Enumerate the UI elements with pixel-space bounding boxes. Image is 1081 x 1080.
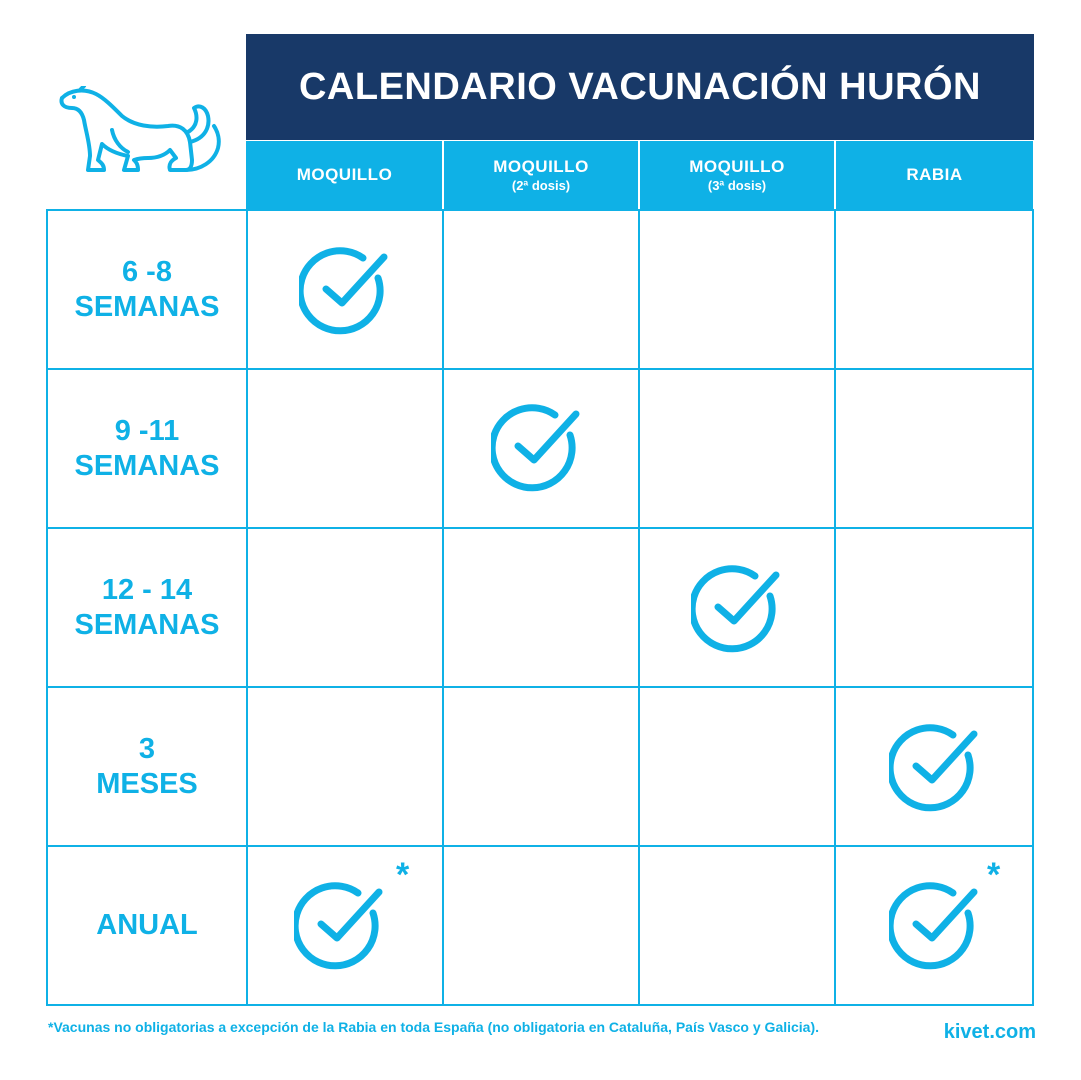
row-label-line2: SEMANAS bbox=[74, 608, 220, 641]
page-title: CALENDARIO VACUNACIÓN HURÓN bbox=[246, 34, 1034, 140]
footnote: *Vacunas no obligatorias a excepción de … bbox=[48, 1019, 820, 1035]
asterisk-mark: * bbox=[987, 856, 1001, 894]
row-label-12-14-semanas: 12 - 14 SEMANAS bbox=[48, 529, 246, 686]
brand-link[interactable]: kivet.com bbox=[944, 1021, 1036, 1044]
column-header-label: MOQUILLO bbox=[296, 165, 393, 184]
check-circle-icon bbox=[491, 404, 580, 492]
row-label-line1: 9 -11 bbox=[114, 414, 180, 447]
column-header-sublabel: (2ª dosis) bbox=[511, 178, 571, 193]
check-circle-icon bbox=[889, 724, 978, 812]
column-header-moquillo-3: MOQUILLO (3ª dosis) bbox=[640, 141, 834, 209]
column-header-label: RABIA bbox=[906, 165, 963, 184]
asterisk-mark: * bbox=[396, 856, 410, 894]
check-circle-icon bbox=[889, 882, 978, 970]
column-header-label: MOQUILLO bbox=[493, 157, 589, 176]
check-circle-icon bbox=[691, 565, 780, 653]
row-label-6-8-semanas: 6 -8 SEMANAS bbox=[48, 211, 246, 368]
row-label-line2: MESES bbox=[96, 767, 198, 800]
row-label-anual: ANUAL bbox=[48, 847, 246, 1004]
row-label-line1: 6 -8 bbox=[122, 255, 172, 288]
row-label-line1: 3 bbox=[138, 732, 156, 765]
row-label-line2: SEMANAS bbox=[74, 449, 220, 482]
check-circle-icon bbox=[294, 882, 383, 970]
column-header-rabia: RABIA bbox=[836, 141, 1033, 209]
column-header-sublabel: (3ª dosis) bbox=[707, 178, 767, 193]
ferret-icon bbox=[59, 86, 221, 172]
row-label-3-meses: 3 MESES bbox=[48, 688, 246, 845]
check-circle-icon bbox=[299, 247, 388, 335]
row-label-line1: 12 - 14 bbox=[101, 573, 193, 606]
column-header-moquillo-2: MOQUILLO (2ª dosis) bbox=[444, 141, 638, 209]
row-label-9-11-semanas: 9 -11 SEMANAS bbox=[48, 370, 246, 527]
column-header-moquillo: MOQUILLO bbox=[247, 141, 442, 209]
column-header-label: MOQUILLO bbox=[689, 157, 785, 176]
row-label-line1: ANUAL bbox=[96, 909, 198, 941]
row-label-line2: SEMANAS bbox=[74, 290, 220, 323]
